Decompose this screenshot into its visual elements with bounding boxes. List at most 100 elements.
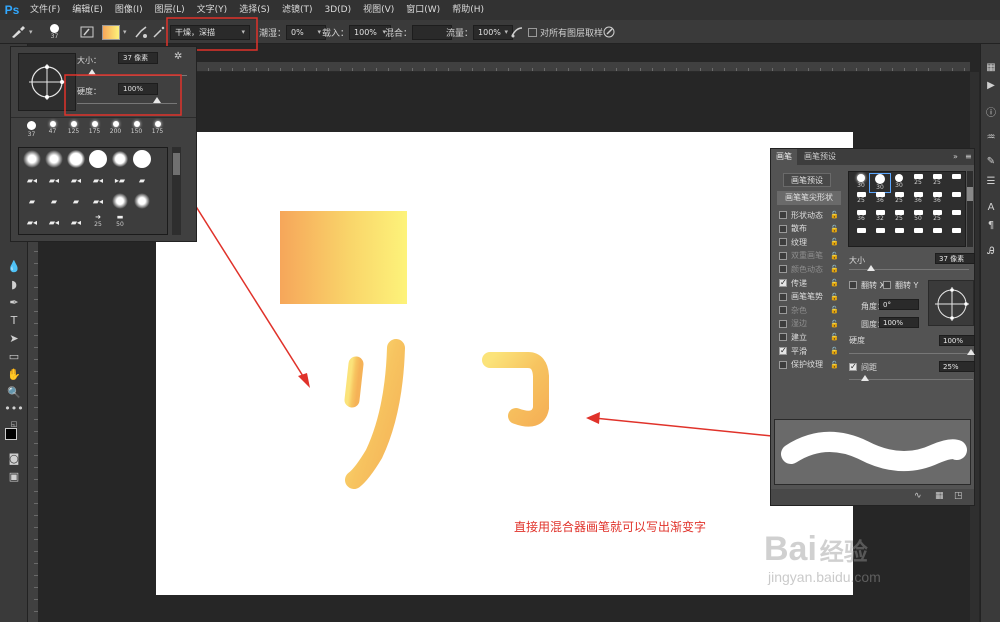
- brush-tip-cell[interactable]: 25: [889, 192, 909, 210]
- brush-setting-checkbox[interactable]: [779, 306, 787, 315]
- brush-setting-item[interactable]: 双重画笔 🔓: [779, 250, 839, 262]
- brush-setting-checkbox[interactable]: [779, 238, 787, 247]
- brush-setting-checkbox[interactable]: [779, 211, 787, 219]
- bp-hardness-slider-thumb[interactable]: [967, 349, 975, 355]
- new-brush-icon[interactable]: ◳: [954, 491, 963, 501]
- brush-tip-cell[interactable]: 36: [870, 192, 890, 210]
- lock-icon[interactable]: 🔓: [830, 361, 839, 369]
- toggle-live-tip-icon[interactable]: ∿: [914, 491, 922, 501]
- spacing-slider-thumb[interactable]: [861, 375, 869, 381]
- preset-bristle[interactable]: ▰◂: [87, 191, 109, 211]
- preset-bristle[interactable]: ▸▰: [109, 170, 131, 190]
- picker-scrollbar[interactable]: [172, 147, 181, 235]
- preset-bristle[interactable]: ▰: [65, 191, 87, 211]
- brush-setting-item[interactable]: 杂色 🔓: [779, 304, 839, 316]
- brush-tip-cell[interactable]: [889, 228, 909, 246]
- recent-brush-6[interactable]: 175: [147, 121, 168, 143]
- lock-icon[interactable]: 🔓: [830, 293, 839, 301]
- brush-tip-cell[interactable]: 50: [908, 210, 928, 228]
- brush-tip-cell[interactable]: [946, 192, 965, 210]
- brush-tip-cell[interactable]: 36: [851, 210, 871, 228]
- lock-icon[interactable]: 🔓: [830, 306, 839, 314]
- brush-tip-cell[interactable]: [870, 228, 890, 246]
- bp-size-field[interactable]: 37 像素: [935, 253, 975, 264]
- panel-collapse-icon[interactable]: »: [953, 152, 958, 161]
- spacing-checkbox[interactable]: [849, 362, 857, 371]
- preset-bristle[interactable]: ▰◂: [21, 212, 43, 232]
- brush-tip-cell[interactable]: 30: [869, 173, 891, 193]
- brush-presets-button[interactable]: 画笔预设: [783, 173, 831, 187]
- brush-tip-cell[interactable]: 25: [889, 210, 909, 228]
- bp-hardness-field[interactable]: 100%: [939, 335, 975, 346]
- spacing-field[interactable]: 25%: [939, 361, 975, 372]
- preset-bristle[interactable]: ▰◂: [43, 212, 65, 232]
- lock-icon[interactable]: 🔓: [830, 225, 839, 233]
- brush-tip-cell[interactable]: 25: [908, 174, 928, 192]
- brush-setting-checkbox[interactable]: [779, 278, 787, 287]
- preset-bristle[interactable]: ▰◂: [43, 170, 65, 190]
- lock-icon[interactable]: 🔓: [830, 265, 839, 273]
- picker-size-field[interactable]: 37 像素: [118, 52, 158, 64]
- preset-soft-round[interactable]: [65, 149, 87, 169]
- brush-setting-checkbox[interactable]: [779, 251, 787, 260]
- flip-x-checkbox[interactable]: [849, 281, 857, 289]
- brush-setting-checkbox[interactable]: [779, 333, 787, 342]
- preset-soft-round[interactable]: [109, 191, 131, 211]
- tip-grid-scroll-thumb[interactable]: [967, 187, 973, 201]
- panel-menu-icon[interactable]: ≡: [965, 152, 972, 161]
- brush-setting-checkbox[interactable]: [779, 346, 787, 355]
- bp-hardness-slider-track[interactable]: [849, 353, 973, 354]
- recent-brush-1[interactable]: 47: [42, 121, 63, 143]
- lock-icon[interactable]: 🔓: [830, 252, 839, 260]
- preset-soft-round[interactable]: [21, 149, 43, 169]
- tip-grid-scrollbar[interactable]: [967, 171, 973, 247]
- brush-tip-cell[interactable]: 30: [851, 174, 871, 192]
- brush-setting-item[interactable]: 纹理 🔓: [779, 236, 839, 248]
- info-icon[interactable]: ⓘ: [984, 104, 998, 119]
- preset-bristle[interactable]: ▰: [21, 191, 43, 211]
- bp-size-slider-thumb[interactable]: [867, 265, 875, 271]
- brush-tip-cell[interactable]: 25: [851, 192, 871, 210]
- preset-soft-round[interactable]: [131, 191, 153, 211]
- brush-setting-item[interactable]: 颜色动态 🔓: [779, 263, 839, 275]
- flip-x-option[interactable]: 翻转 X: [849, 279, 885, 291]
- brush-setting-item[interactable]: 形状动态 🔓: [779, 209, 839, 221]
- brush-tip-cell[interactable]: [851, 228, 871, 246]
- preset-soft-round[interactable]: [43, 149, 65, 169]
- character-icon[interactable]: A: [984, 200, 998, 214]
- brush-setting-checkbox[interactable]: [779, 360, 787, 369]
- adjustments-icon[interactable]: ☰: [984, 174, 998, 188]
- brush-preset-grid[interactable]: ▰◂ ▰◂ ▰◂ ▰◂ ▸▰ ▰ ▰ ▰ ▰ ▰◂ ▰◂ ▰◂ ▰◂ ➜ 25 ▬…: [18, 147, 168, 235]
- lock-icon[interactable]: 🔓: [830, 238, 839, 246]
- brush-setting-checkbox[interactable]: [779, 265, 787, 274]
- preset-bristle[interactable]: ▬ 50: [109, 210, 131, 230]
- play-action-icon[interactable]: ▶: [984, 78, 998, 92]
- picker-scroll-thumb[interactable]: [173, 153, 180, 175]
- brush-panel-icon[interactable]: ✎: [984, 154, 998, 168]
- brush-tip-grid[interactable]: 30 30 30 25 25 25 36 25 36 36 36 32 25 50 25: [848, 171, 966, 247]
- gear-icon[interactable]: ✲: [174, 51, 182, 62]
- spacing-option[interactable]: 间距: [849, 361, 877, 373]
- preset-hard-round[interactable]: [131, 149, 153, 169]
- recent-brush-0[interactable]: 37: [21, 121, 42, 143]
- preset-bristle[interactable]: ▰◂: [87, 170, 109, 190]
- preset-bristle[interactable]: ▰◂: [65, 212, 87, 232]
- glyphs-icon[interactable]: Ꭿ: [984, 244, 998, 258]
- brush-grid-icon[interactable]: ▦: [935, 491, 944, 501]
- tab-brush[interactable]: 画笔: [771, 149, 797, 165]
- brush-setting-item[interactable]: 平滑 🔓: [779, 345, 839, 357]
- brush-tip-cell[interactable]: 30: [889, 174, 909, 192]
- brush-setting-checkbox[interactable]: [779, 319, 787, 328]
- recent-brush-3[interactable]: 175: [84, 121, 105, 143]
- preset-bristle[interactable]: ▰◂: [65, 170, 87, 190]
- recent-brush-5[interactable]: 150: [126, 121, 147, 143]
- roundness-field[interactable]: 100%: [879, 317, 919, 328]
- brush-setting-item[interactable]: 画笔笔势 🔓: [779, 291, 839, 303]
- flip-y-checkbox[interactable]: [883, 281, 891, 289]
- lock-icon[interactable]: 🔓: [830, 347, 839, 355]
- brush-tip-cell[interactable]: [946, 210, 965, 228]
- brush-setting-item[interactable]: 建立 🔓: [779, 331, 839, 343]
- preset-bristle[interactable]: ▰: [43, 191, 65, 211]
- brush-tip-cell[interactable]: [946, 228, 965, 246]
- recent-brush-2[interactable]: 125: [63, 121, 84, 143]
